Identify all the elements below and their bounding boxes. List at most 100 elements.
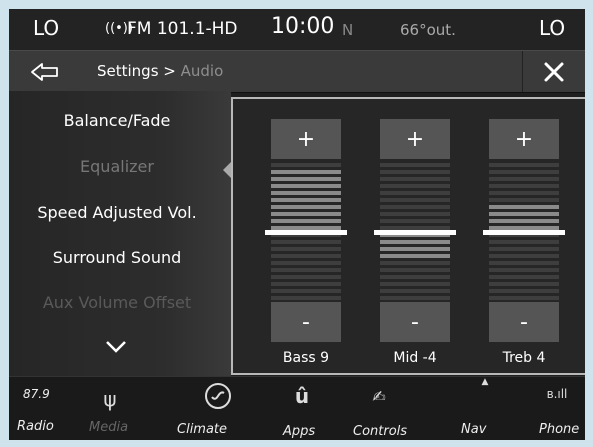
breadcrumb-settings[interactable]: Settings >	[97, 62, 181, 80]
dock-controls[interactable]: Controls	[353, 424, 407, 439]
eq-segment	[271, 184, 341, 188]
bass-minus-button[interactable]: -	[271, 302, 341, 342]
mid-band: + - Mid -4	[374, 119, 456, 366]
treble-band: + - Treb 4	[483, 119, 565, 366]
eq-segment	[489, 177, 559, 181]
scroll-down-button[interactable]	[105, 339, 127, 358]
eq-segment	[380, 212, 450, 216]
dock-media[interactable]: Media	[89, 420, 128, 435]
eq-segment	[380, 191, 450, 195]
menu-item-equalizer[interactable]: Equalizer	[9, 157, 225, 176]
eq-segment	[489, 163, 559, 167]
eq-segment	[380, 240, 450, 244]
eq-segment	[380, 275, 450, 279]
eq-segment	[489, 205, 559, 209]
eq-segment	[489, 254, 559, 258]
treble-minus-button[interactable]: -	[489, 302, 559, 342]
menu-item-aux-volume-offset: Aux Volume Offset	[42, 293, 192, 312]
eq-segment	[489, 296, 559, 300]
bottom-dock: 87.9 Radio ψ Media Climate û Apps ✍ Cont…	[9, 376, 585, 440]
breadcrumb-audio: Audio	[180, 62, 224, 80]
menu-item-speed-adjusted-vol[interactable]: Speed Adjusted Vol.	[9, 203, 225, 222]
eq-segment	[271, 170, 341, 174]
breadcrumb: Settings > Audio	[97, 62, 223, 80]
eq-segment	[380, 282, 450, 286]
eq-segment	[271, 191, 341, 195]
mid-slider[interactable]	[374, 161, 456, 302]
eq-segment	[489, 212, 559, 216]
eq-segment	[489, 191, 559, 195]
eq-center-line	[265, 229, 347, 235]
eq-segment	[489, 261, 559, 265]
mid-label: Mid -4	[393, 350, 437, 366]
title-bar: Settings > Audio	[9, 50, 585, 93]
eq-center-line	[483, 229, 565, 235]
status-bar: LO ((•)) FM 101.1-HD 10:00 N 66°out. LO	[9, 9, 585, 50]
dock-phone[interactable]: Phone	[539, 422, 579, 437]
eq-segment	[380, 296, 450, 300]
treble-slider[interactable]	[483, 161, 565, 302]
outside-temp: 66°out.	[400, 21, 456, 39]
nav-icon: ▲	[481, 377, 489, 387]
eq-segment	[271, 219, 341, 223]
eq-segment	[380, 198, 450, 202]
mid-minus-button[interactable]: -	[380, 302, 450, 342]
eq-segment	[489, 184, 559, 188]
treble-label: Treb 4	[502, 350, 546, 366]
eq-segment	[489, 170, 559, 174]
eq-segment	[271, 198, 341, 202]
eq-segment	[380, 184, 450, 188]
usb-icon: ψ	[103, 387, 117, 411]
eq-segment	[271, 177, 341, 181]
chevron-down-icon	[106, 341, 126, 353]
menu-item-surround-sound[interactable]: Surround Sound	[9, 248, 225, 267]
bass-label: Bass 9	[282, 350, 330, 366]
eq-segment	[271, 247, 341, 251]
left-climate-temp[interactable]: LO	[33, 16, 59, 40]
bass-band: + - Bass 9	[265, 119, 347, 366]
treble-plus-button[interactable]: +	[489, 119, 559, 159]
right-climate-temp[interactable]: LO	[539, 16, 565, 40]
climate-icon	[203, 381, 233, 411]
back-arrow-icon	[31, 62, 58, 81]
eq-segment	[271, 275, 341, 279]
close-button[interactable]	[522, 51, 585, 92]
dock-nav[interactable]: Nav	[461, 422, 486, 437]
compass: N	[342, 21, 354, 39]
eq-segment	[380, 261, 450, 265]
eq-segment	[271, 296, 341, 300]
back-button[interactable]	[9, 51, 81, 92]
eq-center-line	[374, 229, 456, 235]
eq-segment	[271, 240, 341, 244]
radio-frequency: 87.9	[23, 387, 50, 401]
radio-station: FM 101.1-HD	[127, 19, 238, 39]
eq-segment	[489, 268, 559, 272]
eq-segment	[380, 219, 450, 223]
eq-segment	[380, 163, 450, 167]
eq-segment	[380, 177, 450, 181]
controls-icon: ✍	[372, 387, 386, 406]
clock: 10:00	[271, 14, 335, 39]
eq-segment	[489, 198, 559, 202]
close-icon	[544, 62, 564, 81]
eq-segment	[380, 289, 450, 293]
eq-segment	[380, 268, 450, 272]
mid-plus-button[interactable]: +	[380, 119, 450, 159]
menu-item-balance-fade[interactable]: Balance/Fade	[9, 111, 225, 130]
equalizer-panel: + - Bass 9 + - Mid -4 + - Treb 4	[231, 97, 585, 375]
eq-segment	[380, 170, 450, 174]
eq-segment	[271, 254, 341, 258]
eq-segment	[271, 205, 341, 209]
eq-segment	[271, 163, 341, 167]
apps-icon: û	[294, 384, 310, 408]
eq-segment	[271, 212, 341, 216]
dock-apps[interactable]: Apps	[283, 424, 315, 439]
bass-plus-button[interactable]: +	[271, 119, 341, 159]
eq-segment	[380, 205, 450, 209]
eq-segment	[380, 247, 450, 251]
dock-radio[interactable]: Radio	[17, 419, 54, 434]
eq-segment	[489, 240, 559, 244]
screen: LO ((•)) FM 101.1-HD 10:00 N 66°out. LO …	[9, 9, 585, 440]
bass-slider[interactable]	[265, 161, 347, 302]
dock-climate[interactable]: Climate	[177, 422, 227, 437]
